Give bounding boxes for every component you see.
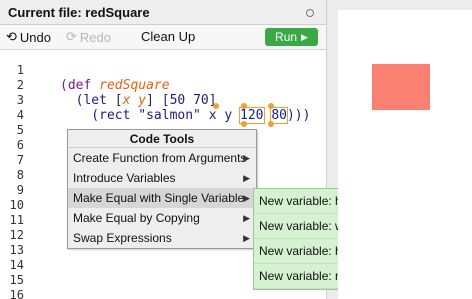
rect-call: (rect "salmon" x y [60,108,241,123]
chevron-right-icon: ▶ [243,153,250,163]
chevron-right-icon: ▶ [243,233,250,243]
code-line-2: (def redSquare [60,78,170,93]
let-values[interactable]: ] [50 70] [146,93,216,108]
line-number: 10 [9,198,24,212]
selection-handle[interactable] [241,103,247,109]
menu-item-introduce-variables[interactable]: Introduce Variables ▶ [68,168,256,188]
line-number: 3 [16,93,24,107]
def-name[interactable]: redSquare [99,78,169,93]
menu-item-swap-expressions[interactable]: Swap Expressions ▶ [68,228,256,248]
line-number: 14 [9,258,24,272]
chevron-right-icon: ▶ [243,193,250,203]
selection-handle[interactable] [268,121,274,127]
menu-item-create-function[interactable]: Create Function from Arguments ▶ [68,148,256,168]
undo-button[interactable]: ⟲ Undo [6,29,51,45]
selection-handle[interactable] [213,103,219,109]
code-tools-menu: Code Tools Create Function from Argument… [67,129,257,249]
menu-item-make-equal-copying[interactable]: Make Equal by Copying ▶ [68,208,256,228]
line-number: 11 [9,213,24,227]
line-number: 5 [16,123,24,137]
file-status-icon[interactable] [306,9,314,17]
undo-label: Undo [19,29,51,45]
line-number: 16 [9,288,24,299]
run-label: Run [275,30,298,44]
line-number: 12 [9,228,24,242]
output-canvas[interactable] [338,10,472,299]
selection-handle[interactable] [241,121,247,127]
redo-button[interactable]: ⟳ Redo [66,29,111,45]
menu-item-label: Create Function from Arguments [73,151,247,165]
chevron-right-icon: ▶ [243,173,250,183]
line-number: 9 [16,183,24,197]
chevron-right-icon: ▶ [243,213,250,223]
clean-up-button[interactable]: Clean Up [141,29,195,44]
run-button[interactable]: Run ▶ [265,28,318,46]
line-number: 1 [16,63,24,77]
line-number: 4 [16,108,24,122]
current-file-label: Current file: redSquare [8,5,150,20]
line-number-gutter: 1 2 3 4 5 6 7 8 9 10 11 12 13 14 15 16 [0,51,55,299]
def-keyword: (def [60,78,100,93]
line-number: 2 [16,78,24,92]
closing-parens: ))) [286,108,311,123]
line-number: 7 [16,153,24,167]
selection-handle[interactable] [268,103,274,109]
line-number: 13 [9,243,24,257]
selected-number-height[interactable]: 80 [270,107,288,124]
line-number: 15 [9,273,24,287]
redo-label: Redo [79,29,111,45]
menu-item-make-equal-single-variable[interactable]: Make Equal with Single Variable ▶ [68,188,256,208]
toolbar: ⟲ Undo ⟳ Redo Clean Up Run ▶ [0,25,326,50]
code-line-3: (let [x y] [50 70] [60,93,217,108]
var-y[interactable]: y [138,93,146,108]
undo-icon: ⟲ [6,29,17,44]
file-bar: Current file: redSquare [0,0,326,25]
line-number: 6 [16,138,24,152]
menu-item-label: Introduce Variables [73,171,176,185]
menu-item-label: Swap Expressions [73,231,172,245]
let-keyword: (let [ [60,93,123,108]
play-icon: ▶ [301,31,308,42]
menu-item-label: Make Equal by Copying [73,211,200,225]
redo-icon: ⟳ [66,29,77,44]
line-number: 8 [16,168,24,182]
menu-item-label: Make Equal with Single Variable [73,191,245,205]
menu-title: Code Tools [68,130,256,148]
salmon-rectangle[interactable] [372,64,430,110]
